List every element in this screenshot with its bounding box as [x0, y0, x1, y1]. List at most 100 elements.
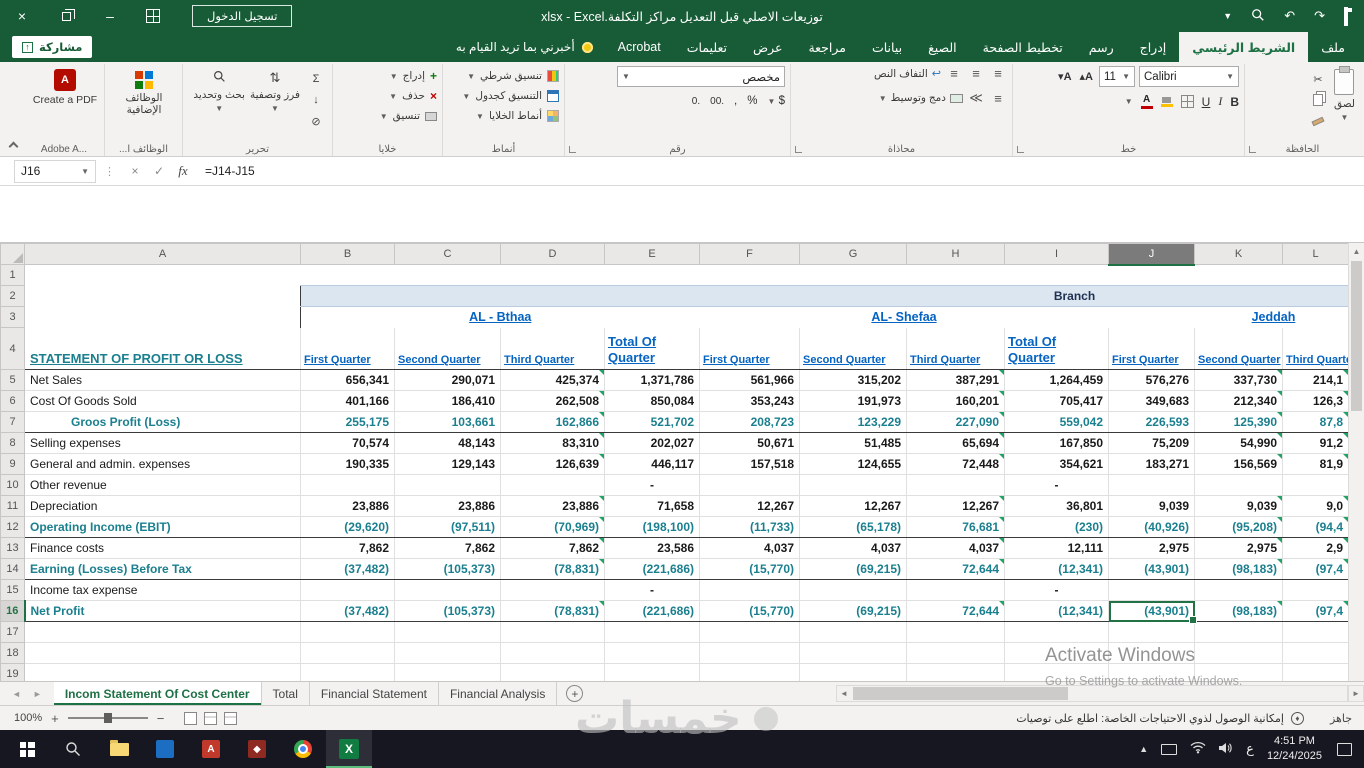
cell-H14[interactable]: 72,644 [906, 558, 1005, 580]
row-header-16[interactable]: 16 [0, 600, 26, 622]
row-header-6[interactable]: 6 [0, 390, 25, 412]
cell-G9[interactable]: 124,655 [799, 453, 907, 475]
row-header-18[interactable]: 18 [0, 642, 25, 664]
comma-button[interactable]: , [734, 95, 737, 107]
tab-help[interactable]: تعليمات [674, 32, 740, 62]
cell-I16[interactable]: (12,341) [1004, 600, 1109, 622]
empty-cell[interactable] [699, 621, 800, 643]
tab-home[interactable]: الشريط الرئيسي [1179, 32, 1309, 62]
row-header-3[interactable]: 3 [0, 306, 25, 328]
format-painter-button[interactable] [1307, 112, 1329, 130]
close-button[interactable]: × [0, 0, 44, 32]
empty-cell[interactable] [394, 663, 501, 681]
cell-E11[interactable]: 71,658 [604, 495, 700, 517]
volume-icon[interactable] [1219, 742, 1233, 757]
cell-E12[interactable]: (198,100) [604, 516, 700, 538]
cell-I15[interactable]: - [1004, 579, 1109, 601]
cell-J10[interactable] [1108, 474, 1195, 496]
cell-branch-bthaa[interactable]: AL - Bthaa [300, 306, 700, 328]
cell-J16[interactable]: (43,901) [1108, 600, 1197, 625]
cell-A18[interactable] [24, 642, 301, 664]
cell-F5[interactable]: 561,966 [699, 369, 800, 391]
cell-K12[interactable]: (95,208) [1194, 516, 1283, 538]
taskbar-clock[interactable]: 4:51 PM 12/24/2025 [1267, 734, 1322, 764]
col-header-A[interactable]: A [24, 243, 301, 265]
vertical-scroll-thumb[interactable] [1351, 261, 1362, 411]
cell-A14[interactable]: Earning (Losses) Before Tax [24, 558, 301, 580]
action-center-icon[interactable] [1337, 742, 1352, 756]
cell-H11[interactable]: 12,267 [906, 495, 1005, 517]
name-box[interactable]: J16 ▼ [14, 159, 96, 183]
cell-E14[interactable]: (221,686) [604, 558, 700, 580]
cell-K14[interactable]: (98,183) [1194, 558, 1283, 580]
cell-F13[interactable]: 4,037 [699, 537, 800, 559]
font-size-combo[interactable]: 11 ▼ [1099, 66, 1135, 87]
insert-function-icon[interactable]: fx [171, 163, 195, 179]
excel-taskbar-button[interactable]: X [326, 730, 372, 768]
collapse-ribbon-icon[interactable] [8, 141, 19, 152]
empty-cell[interactable] [394, 642, 501, 664]
scroll-up-icon[interactable]: ▲ [1349, 243, 1364, 259]
cell-F7[interactable]: 208,723 [699, 411, 800, 433]
cell-D9[interactable]: 126,639 [500, 453, 605, 475]
cell-L10[interactable] [1282, 474, 1348, 496]
empty-cell[interactable] [500, 663, 605, 681]
vertical-scrollbar[interactable]: ▲ [1348, 243, 1364, 681]
tab-data[interactable]: بيانات [859, 32, 915, 62]
cell-H16[interactable]: 72,644 [906, 600, 1005, 622]
formula-input[interactable]: =J14-J15 [195, 164, 1364, 178]
scroll-right-corner[interactable]: ► [1348, 685, 1364, 702]
empty-cell[interactable] [906, 663, 1005, 681]
cell-G7[interactable]: 123,229 [799, 411, 907, 433]
cell-C15[interactable] [394, 579, 501, 601]
chevron-down-icon[interactable]: ▼ [1223, 11, 1232, 21]
zoom-slider-thumb[interactable] [103, 713, 112, 723]
empty-cell[interactable] [300, 642, 395, 664]
cell-B7[interactable]: 255,175 [300, 411, 395, 433]
cell-K8[interactable]: 54,990 [1194, 432, 1283, 454]
cell-L5[interactable]: 214,1 [1282, 369, 1348, 391]
empty-cell[interactable] [1282, 642, 1348, 664]
col-header-E[interactable]: E [604, 243, 700, 265]
zoom-slider[interactable] [67, 713, 148, 723]
cell-H8[interactable]: 65,694 [906, 432, 1005, 454]
col-header-C[interactable]: C [394, 243, 501, 265]
cell-I8[interactable]: 167,850 [1004, 432, 1109, 454]
cell-B14[interactable]: (37,482) [300, 558, 395, 580]
select-all-corner[interactable] [0, 243, 25, 265]
row-header-4[interactable]: 4 [0, 327, 25, 370]
cell-I11[interactable]: 36,801 [1004, 495, 1109, 517]
cell-D5[interactable]: 425,374 [500, 369, 605, 391]
empty-cell[interactable] [799, 621, 907, 643]
cell-H6[interactable]: 160,201 [906, 390, 1005, 412]
row-header-8[interactable]: 8 [0, 432, 25, 454]
empty-cell[interactable] [500, 642, 605, 664]
cell-D15[interactable] [500, 579, 605, 601]
create-pdf-button[interactable]: A Create a PDF [31, 66, 99, 106]
cell-A19[interactable] [24, 663, 301, 681]
cell-J6[interactable]: 349,683 [1108, 390, 1195, 412]
cell-D14[interactable]: (78,831) [500, 558, 605, 580]
decrease-font-button[interactable]: A▾ [1056, 70, 1073, 83]
increase-font-button[interactable]: A▴ [1078, 70, 1095, 83]
cell-branch-jeddah[interactable]: Jeddah [1109, 307, 1349, 328]
bold-button[interactable]: B [1230, 95, 1239, 109]
cell-K16[interactable]: (98,183) [1194, 600, 1283, 622]
cell-G12[interactable]: (65,178) [799, 516, 907, 538]
cell-F10[interactable] [699, 474, 800, 496]
cell-K13[interactable]: 2,975 [1194, 537, 1283, 559]
empty-cell[interactable] [699, 642, 800, 664]
tell-me-box[interactable]: أخبرني بما تريد القيام به [444, 32, 605, 62]
cell-B9[interactable]: 190,335 [300, 453, 395, 475]
cell-F4[interactable]: First Quarter [699, 327, 800, 370]
sort-filter-button[interactable]: ⇅ فرز وتصفية ▼ [250, 66, 300, 113]
sheet-nav-right-icon[interactable]: ► [33, 689, 42, 699]
formula-bar-splitter[interactable]: ⋮ [96, 165, 123, 178]
row-header-9[interactable]: 9 [0, 453, 25, 475]
cell-D4[interactable]: Third Quarter [500, 327, 605, 370]
cell-G11[interactable]: 12,267 [799, 495, 907, 517]
col-header-K[interactable]: K [1194, 243, 1283, 265]
cell-A4[interactable]: STATEMENT OF PROFIT OR LOSS [24, 327, 301, 370]
empty-cell[interactable] [1282, 663, 1348, 681]
cell-I4[interactable]: Total Of Quarter [1004, 327, 1109, 370]
